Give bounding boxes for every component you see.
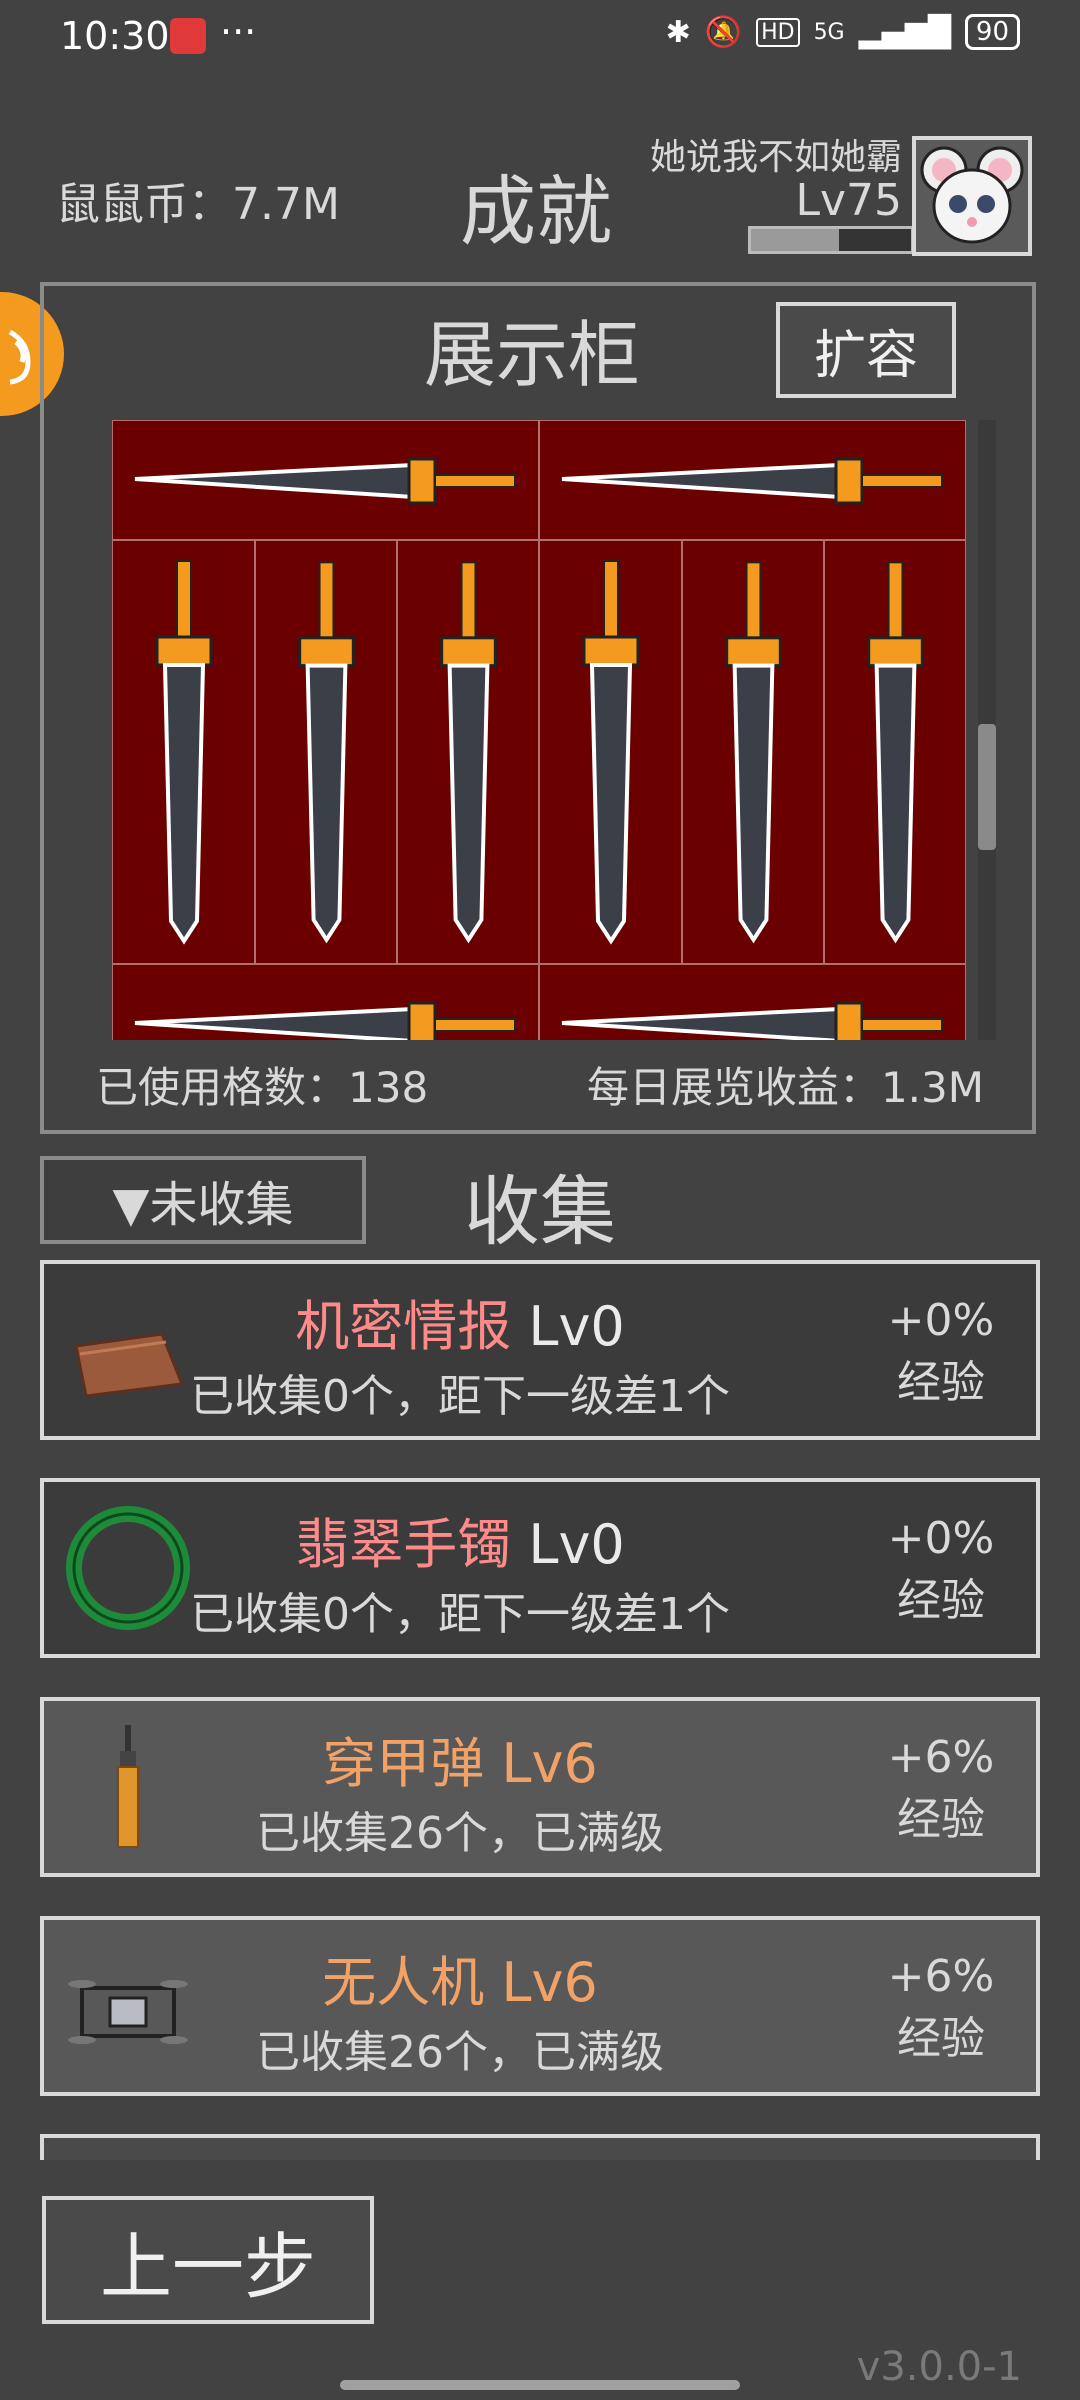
sword-icon (725, 561, 782, 944)
bell-off-icon: 🔕 (704, 14, 743, 50)
bonus-value: +6% (887, 1732, 995, 1783)
grid-slot[interactable] (539, 964, 966, 1040)
username: 她说我不如她霸 (649, 137, 902, 178)
grid-slot[interactable] (539, 420, 966, 540)
item-bonus: +0% 经验 (876, 1508, 1006, 1632)
item-progress: 已收集26个，已满级 (256, 2027, 664, 2078)
grid-slot[interactable] (255, 540, 397, 964)
item-level: Lv0 (528, 1295, 625, 1358)
item-name: 翡翠手镯 (295, 1513, 512, 1576)
sword-icon (582, 560, 640, 945)
cabinet-scroll-thumb[interactable] (978, 724, 996, 850)
sword-icon (867, 561, 924, 944)
display-grid[interactable] (112, 420, 966, 1040)
item-title: 翡翠手镯 Lv0 (44, 1500, 876, 1579)
used-slots: 已使用格数：138 (96, 1063, 429, 1112)
bonus-value: +0% (887, 1295, 995, 1346)
list-item[interactable]: 无人机 Lv6 已收集26个，已满级 +6% 经验 (40, 1916, 1040, 2096)
xp-bar (748, 226, 914, 254)
taobao-icon (170, 18, 206, 54)
item-bonus: +0% 经验 (876, 1290, 1006, 1414)
sword-icon (561, 1001, 943, 1040)
more-notifications-icon: ··· (220, 10, 257, 54)
grid-slot[interactable] (112, 420, 539, 540)
bluetooth-icon: ✱ (665, 14, 691, 50)
player-level: Lv75 (795, 175, 902, 226)
page-title: 成就 (460, 167, 612, 256)
version-label: v3.0.0-1 (856, 2344, 1022, 2390)
bonus-label: 经验 (897, 2013, 985, 2064)
item-level: Lv0 (528, 1513, 625, 1576)
battery-icon: 90 (964, 14, 1020, 50)
filter-dropdown[interactable]: ▼未收集 (40, 1156, 366, 1244)
sword-icon (561, 457, 943, 505)
item-title: 机密情报 Lv0 (44, 1282, 876, 1361)
sword-icon (440, 561, 497, 944)
status-time: 10:30 (60, 14, 170, 58)
bonus-label: 经验 (897, 1357, 985, 1408)
list-item[interactable]: 机密情报 Lv0 已收集0个，距下一级差1个 +0% 经验 (40, 1260, 1040, 1440)
status-icons: ✱ 🔕 HD 5G ▂▄▆█ 90 (666, 14, 1020, 50)
item-title: 穿甲弹 Lv6 (44, 1719, 876, 1798)
sword-icon (134, 457, 516, 505)
item-bonus: +6% 经验 (876, 1727, 1006, 1851)
sword-icon (298, 561, 355, 944)
cabinet-title: 展示柜 (424, 313, 641, 397)
item-title: 无人机 Lv6 (44, 1938, 876, 2017)
item-progress: 已收集0个，距下一级差1个 (190, 1371, 730, 1422)
grid-slot[interactable] (397, 540, 539, 964)
coin-balance: 鼠鼠币：7.7M (56, 179, 340, 230)
item-level: Lv6 (501, 1951, 598, 2014)
bonus-value: +0% (887, 1513, 995, 1564)
item-name: 无人机 (322, 1951, 485, 2014)
grid-slot[interactable] (112, 964, 539, 1040)
expand-button[interactable]: 扩容 (776, 302, 956, 398)
item-level: Lv6 (501, 1732, 598, 1795)
item-progress: 已收集0个，距下一级差1个 (190, 1589, 730, 1640)
daily-income: 每日展览收益：1.3M (586, 1063, 984, 1112)
bonus-label: 经验 (897, 1575, 985, 1626)
xp-bar-fill (751, 229, 839, 251)
avatar[interactable] (912, 136, 1032, 256)
back-button[interactable]: 上一步 (42, 2196, 374, 2324)
item-name: 穿甲弹 (322, 1732, 485, 1795)
bonus-value: +6% (887, 1951, 995, 2002)
grid-slot[interactable] (682, 540, 824, 964)
item-bonus: +6% 经验 (876, 1946, 1006, 2070)
list-item-partial[interactable] (40, 2134, 1040, 2160)
bonus-label: 经验 (897, 1794, 985, 1845)
mouse-avatar-icon (920, 146, 1024, 244)
sword-icon (155, 560, 213, 945)
network-label: 5G (813, 19, 845, 45)
item-progress: 已收集26个，已满级 (256, 1808, 664, 1859)
list-item[interactable]: 翡翠手镯 Lv0 已收集0个，距下一级差1个 +0% 经验 (40, 1478, 1040, 1658)
grid-slot[interactable] (112, 540, 255, 964)
sword-icon (134, 1001, 516, 1040)
home-indicator[interactable] (340, 2380, 740, 2390)
list-item[interactable]: 穿甲弹 Lv6 已收集26个，已满级 +6% 经验 (40, 1697, 1040, 1877)
item-name: 机密情报 (295, 1295, 512, 1358)
grid-slot[interactable] (824, 540, 966, 964)
collection-title: 收集 (464, 1167, 616, 1256)
signal-icon: ▂▄▆█ (858, 14, 951, 50)
hd-icon: HD (756, 17, 800, 47)
grid-slot[interactable] (539, 540, 682, 964)
